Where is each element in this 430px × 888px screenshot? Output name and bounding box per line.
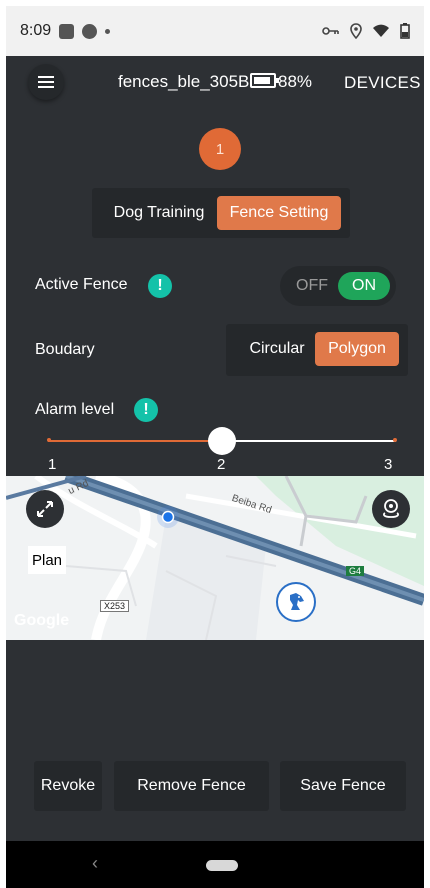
slider-tick-3 (393, 438, 397, 442)
alarm-tick-label-3: 3 (384, 456, 393, 473)
road-shield-g4: G4 (346, 566, 365, 576)
device-name: fences_ble_305B (118, 72, 250, 91)
hamburger-icon (38, 76, 54, 88)
wifi-icon (373, 24, 389, 37)
notification-icon (59, 23, 75, 39)
map-type-plan-button[interactable]: Plan (28, 546, 66, 574)
slider-thumb[interactable] (208, 427, 236, 455)
boundary-label: Boudary (35, 341, 95, 358)
tab-fence-setting[interactable]: Fence Setting (217, 196, 341, 230)
alarm-tick-label-1: 1 (48, 456, 57, 473)
toggle-off-label: OFF (296, 277, 328, 294)
map-view[interactable]: Beiba Rd u Rd X253 G4 Plan Google (6, 476, 424, 640)
alarm-level-label: Alarm level (35, 401, 115, 418)
back-chevron-icon[interactable]: ‹ (92, 853, 98, 874)
tab-dog-training[interactable]: Dog Training (104, 196, 214, 230)
key-icon (322, 27, 339, 35)
alarm-level-info-icon[interactable]: ! (134, 398, 158, 422)
boundary-option-polygon[interactable]: Polygon (315, 332, 399, 366)
location-status-icon (350, 23, 362, 39)
step-badge: 1 (199, 128, 241, 170)
battery-percent: 88% (278, 72, 313, 91)
google-logo: Google (14, 612, 70, 629)
mode-tabs: Dog Training Fence Setting (92, 188, 350, 238)
system-nav-bar: ‹ (6, 841, 424, 888)
dog-icon (290, 593, 304, 610)
boundary-selector: Circular Polygon (226, 324, 408, 376)
battery-icon (250, 73, 279, 88)
menu-button[interactable] (28, 64, 64, 100)
slider-track-filled (48, 440, 222, 442)
active-fence-toggle[interactable]: OFF ON (280, 266, 396, 306)
alarm-tick-label-2: 2 (217, 456, 226, 473)
top-bar: fences_ble_305B 88% DEVICES (6, 56, 424, 108)
slider-tick-1 (47, 438, 51, 442)
active-fence-info-icon[interactable]: ! (148, 274, 172, 298)
save-fence-button[interactable]: Save Fence (280, 761, 406, 811)
toggle-on-label: ON (338, 272, 390, 300)
more-notifications-icon (105, 28, 111, 34)
app-screen: fences_ble_305B 88% DEVICES 1 Dog Traini… (6, 56, 424, 841)
remove-fence-button[interactable]: Remove Fence (114, 761, 269, 811)
active-fence-label: Active Fence (35, 276, 128, 293)
slider-track-empty (222, 440, 396, 442)
expand-icon (37, 501, 53, 517)
status-time: 8:09 (20, 22, 52, 39)
home-button[interactable] (206, 860, 238, 871)
location-button[interactable] (372, 490, 410, 528)
boundary-option-circular[interactable]: Circular (238, 332, 316, 366)
location-pin-icon (383, 499, 399, 518)
fullscreen-button[interactable] (26, 490, 64, 528)
status-bar: 8:09 (6, 6, 424, 56)
dog-location-marker[interactable] (276, 582, 316, 622)
road-shield-x253: X253 (100, 600, 130, 612)
record-icon (82, 23, 98, 39)
devices-button[interactable]: DEVICES (344, 73, 421, 93)
revoke-button[interactable]: Revoke (34, 761, 102, 811)
battery-status-icon (400, 23, 410, 39)
